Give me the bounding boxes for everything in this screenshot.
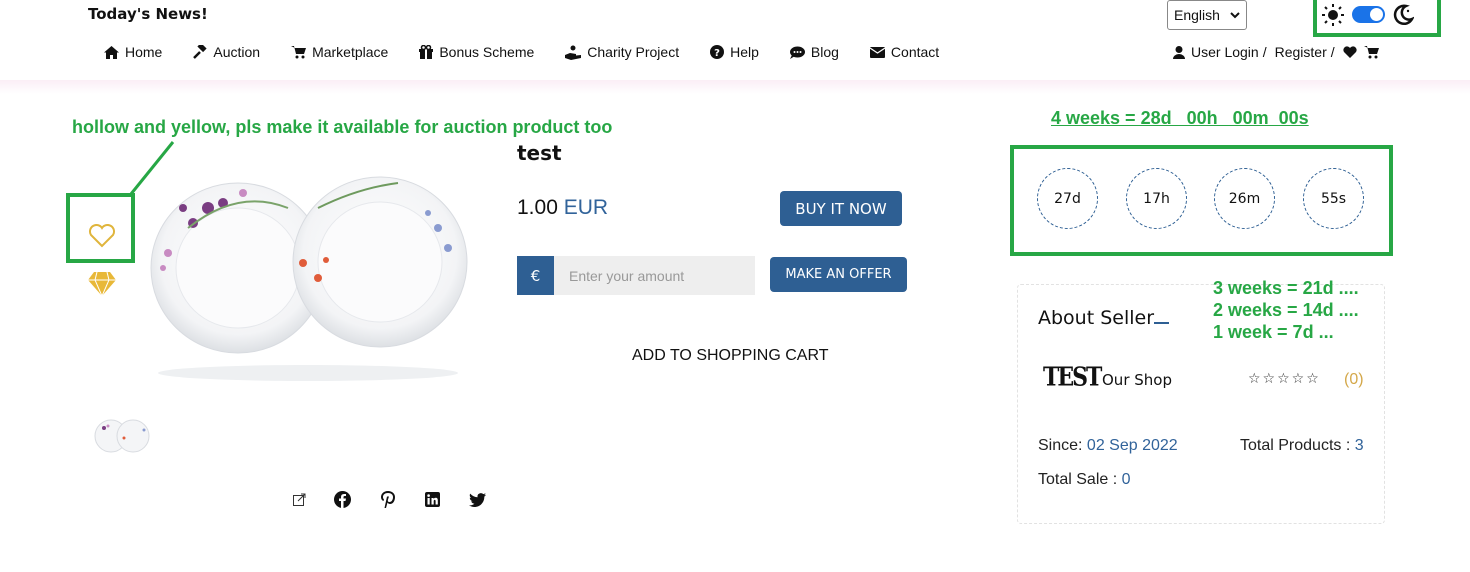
home-icon [104, 45, 119, 59]
buy-it-now-button[interactable]: BUY IT NOW [780, 191, 902, 226]
diamond-icon[interactable] [88, 272, 116, 296]
facebook-icon[interactable] [334, 491, 351, 508]
gift-icon [419, 45, 434, 59]
add-to-cart-link[interactable]: ADD TO SHOPPING CART [632, 347, 828, 365]
product-price: 1.00 EUR [517, 196, 608, 220]
nav-bonus-scheme[interactable]: Bonus Scheme [419, 44, 534, 60]
product-image[interactable] [148, 168, 473, 383]
chat-icon [789, 46, 805, 59]
price-value: 1.00 [517, 196, 558, 219]
offer-amount-input[interactable]: Enter your amount [554, 256, 755, 295]
nav-blog-label: Blog [810, 44, 839, 60]
wishlist-heart-icon[interactable] [88, 224, 116, 248]
seller-heading: About Seller [1038, 307, 1155, 329]
main-nav: Home Auction Marketplace Bonus Scheme Ch… [104, 44, 970, 60]
nav-help-label: Help [730, 44, 759, 60]
sun-icon[interactable] [1322, 4, 1344, 26]
euro-prefix: € [517, 256, 554, 295]
site-title: Today's News! [88, 5, 208, 23]
total-products-label: Total Products : [1240, 437, 1351, 454]
language-value: English [1174, 7, 1220, 23]
product-title: test [517, 141, 562, 165]
nav-contact[interactable]: Contact [869, 44, 940, 60]
weeks-annotation-2: 2 weeks = 14d .... [1213, 300, 1359, 320]
nav-marketplace-label: Marketplace [312, 44, 389, 60]
header-divider [0, 80, 1470, 94]
nav-contact-label: Contact [890, 44, 940, 60]
separator: / [1330, 44, 1335, 60]
linkedin-icon[interactable] [424, 491, 441, 508]
weeks-annotation-1: 1 week = 7d ... [1213, 322, 1334, 342]
heading-underline [1154, 322, 1169, 324]
since-row: Since: 02 Sep 2022 [1038, 437, 1178, 455]
countdown-days: 27d [1037, 168, 1098, 229]
make-an-offer-button[interactable]: MAKE AN OFFER [770, 257, 907, 292]
heart-icon[interactable] [1343, 46, 1357, 58]
user-bar: User Login / Register / [1173, 44, 1379, 60]
total-products-row: Total Products : 3 [1240, 437, 1364, 455]
moon-icon[interactable] [1392, 4, 1414, 26]
since-label: Since: [1038, 437, 1083, 454]
nav-home-label: Home [125, 44, 163, 60]
question-icon: ? [710, 45, 725, 59]
svg-text:?: ? [714, 48, 720, 59]
pinterest-icon[interactable] [379, 491, 396, 508]
price-currency: EUR [563, 196, 609, 219]
seller-logo[interactable]: TEST [1043, 361, 1102, 392]
total-sale-value: 0 [1121, 471, 1131, 488]
shop-name[interactable]: Our Shop [1102, 371, 1172, 389]
rating-stars: ☆☆☆☆☆ [1248, 371, 1321, 387]
total-products-value: 3 [1354, 437, 1364, 454]
user-icon [1173, 45, 1185, 59]
envelope-icon [869, 46, 885, 58]
total-sale-label: Total Sale : [1038, 471, 1118, 488]
nav-auction-label: Auction [213, 44, 261, 60]
separator: / [1262, 44, 1267, 60]
weeks-annotation-3: 3 weeks = 21d .... [1213, 278, 1359, 298]
charity-hand-icon [565, 45, 582, 60]
nav-home[interactable]: Home [104, 44, 162, 60]
wishlist-annotation-note: hollow and yellow, pls make it available… [72, 117, 613, 137]
countdown-annotation-note: 4 weeks = 28d 00h 00m 00s [1051, 108, 1309, 128]
nav-bonus-label: Bonus Scheme [439, 44, 535, 60]
nav-charity-project[interactable]: Charity Project [565, 44, 679, 60]
countdown-seconds: 55s [1303, 168, 1364, 229]
gavel-icon [193, 45, 207, 59]
countdown-minutes: 26m [1214, 168, 1275, 229]
product-thumbnail[interactable] [94, 418, 150, 456]
theme-toggle[interactable] [1352, 6, 1385, 23]
share-icon[interactable] [291, 491, 308, 508]
register-link[interactable]: Register [1275, 44, 1327, 60]
nav-auction[interactable]: Auction [193, 44, 260, 60]
nav-help[interactable]: ? Help [710, 44, 759, 60]
nav-charity-label: Charity Project [587, 44, 680, 60]
cart-icon [291, 46, 307, 59]
language-select[interactable]: English [1167, 0, 1247, 30]
cart-icon[interactable] [1363, 45, 1379, 59]
total-sale-row: Total Sale : 0 [1038, 471, 1131, 489]
twitter-icon[interactable] [469, 491, 486, 508]
chevron-down-icon [1230, 11, 1240, 18]
rating-count: (0) [1344, 371, 1364, 388]
since-value: 02 Sep 2022 [1086, 437, 1178, 454]
countdown-hours: 17h [1126, 168, 1187, 229]
user-login-link[interactable]: User Login [1191, 44, 1259, 60]
nav-marketplace[interactable]: Marketplace [291, 44, 388, 60]
nav-blog[interactable]: Blog [789, 44, 839, 60]
